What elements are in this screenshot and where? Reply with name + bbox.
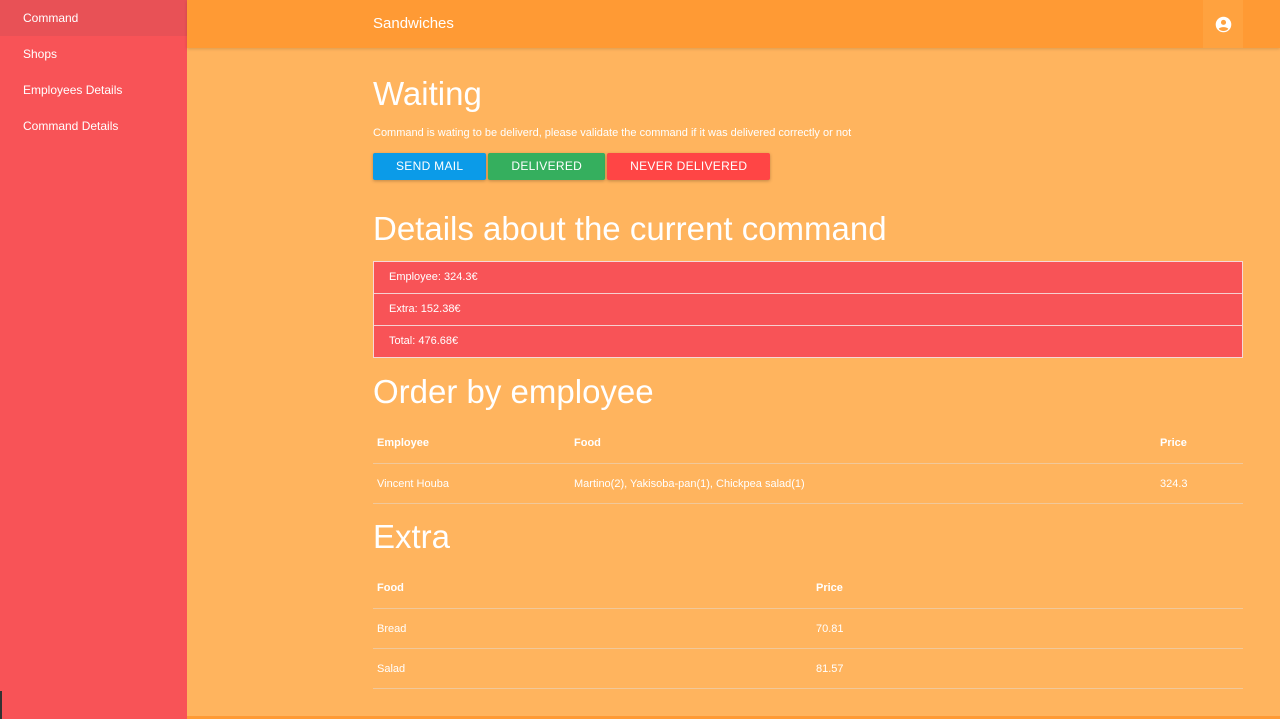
status-message: Command is wating to be deliverd, please…: [373, 127, 852, 139]
column-header-price: Price: [812, 568, 1243, 609]
cell-price: 81.57: [812, 648, 1243, 689]
column-header-food: Food: [570, 423, 1156, 464]
order-title: Order by employee: [373, 373, 654, 410]
sidebar-item-employees-details[interactable]: Employees Details: [0, 72, 187, 108]
details-title: Details about the current command: [373, 210, 887, 247]
top-bar: Sandwiches: [187, 0, 1280, 48]
sidebar-item-command-details[interactable]: Command Details: [0, 108, 187, 144]
send-mail-button[interactable]: SEND MAIL: [373, 153, 487, 180]
summary-employee: Employee: 324.3€: [374, 262, 1242, 294]
delivered-button[interactable]: DELIVERED: [488, 153, 606, 180]
sidebar-item-shops[interactable]: Shops: [0, 36, 187, 72]
cell-price: 70.81: [812, 608, 1243, 649]
column-header-price: Price: [1156, 423, 1243, 464]
account-button[interactable]: [1203, 0, 1243, 48]
column-header-food: Food: [373, 568, 812, 609]
table-header-row: Employee Food Price: [373, 423, 1243, 464]
cell-employee: Vincent Houba: [373, 463, 570, 504]
table-row: Salad 81.57: [373, 648, 1243, 689]
command-summary: Employee: 324.3€ Extra: 152.38€ Total: 4…: [373, 261, 1243, 358]
order-table: Employee Food Price Vincent Houba Martin…: [373, 423, 1243, 504]
extra-table: Food Price Bread 70.81 Salad 81.57: [373, 568, 1243, 689]
action-buttons: SEND MAIL DELIVERED NEVER DELIVERED: [373, 153, 772, 180]
cell-food: Bread: [373, 608, 812, 649]
app-root: Command Shops Employees Details Command …: [0, 0, 1280, 719]
summary-extra: Extra: 152.38€: [374, 294, 1242, 326]
never-delivered-button[interactable]: NEVER DELIVERED: [607, 153, 771, 180]
extra-title: Extra: [373, 518, 451, 555]
sidebar: Command Shops Employees Details Command …: [0, 0, 187, 719]
app-title: Sandwiches: [373, 15, 454, 32]
cell-food: Martino(2), Yakisoba-pan(1), Chickpea sa…: [570, 463, 1156, 504]
table-header-row: Food Price: [373, 568, 1243, 609]
table-row: Vincent Houba Martino(2), Yakisoba-pan(1…: [373, 463, 1243, 504]
summary-total: Total: 476.68€: [389, 335, 459, 347]
cell-price: 324.3: [1156, 463, 1243, 504]
account-circle-icon: [1215, 16, 1231, 32]
status-title: Waiting: [373, 75, 482, 112]
cell-food: Salad: [373, 648, 812, 689]
sidebar-edge: [0, 691, 2, 719]
table-row: Bread 70.81: [373, 608, 1243, 649]
column-header-employee: Employee: [373, 423, 570, 464]
sidebar-item-command[interactable]: Command: [0, 0, 187, 36]
